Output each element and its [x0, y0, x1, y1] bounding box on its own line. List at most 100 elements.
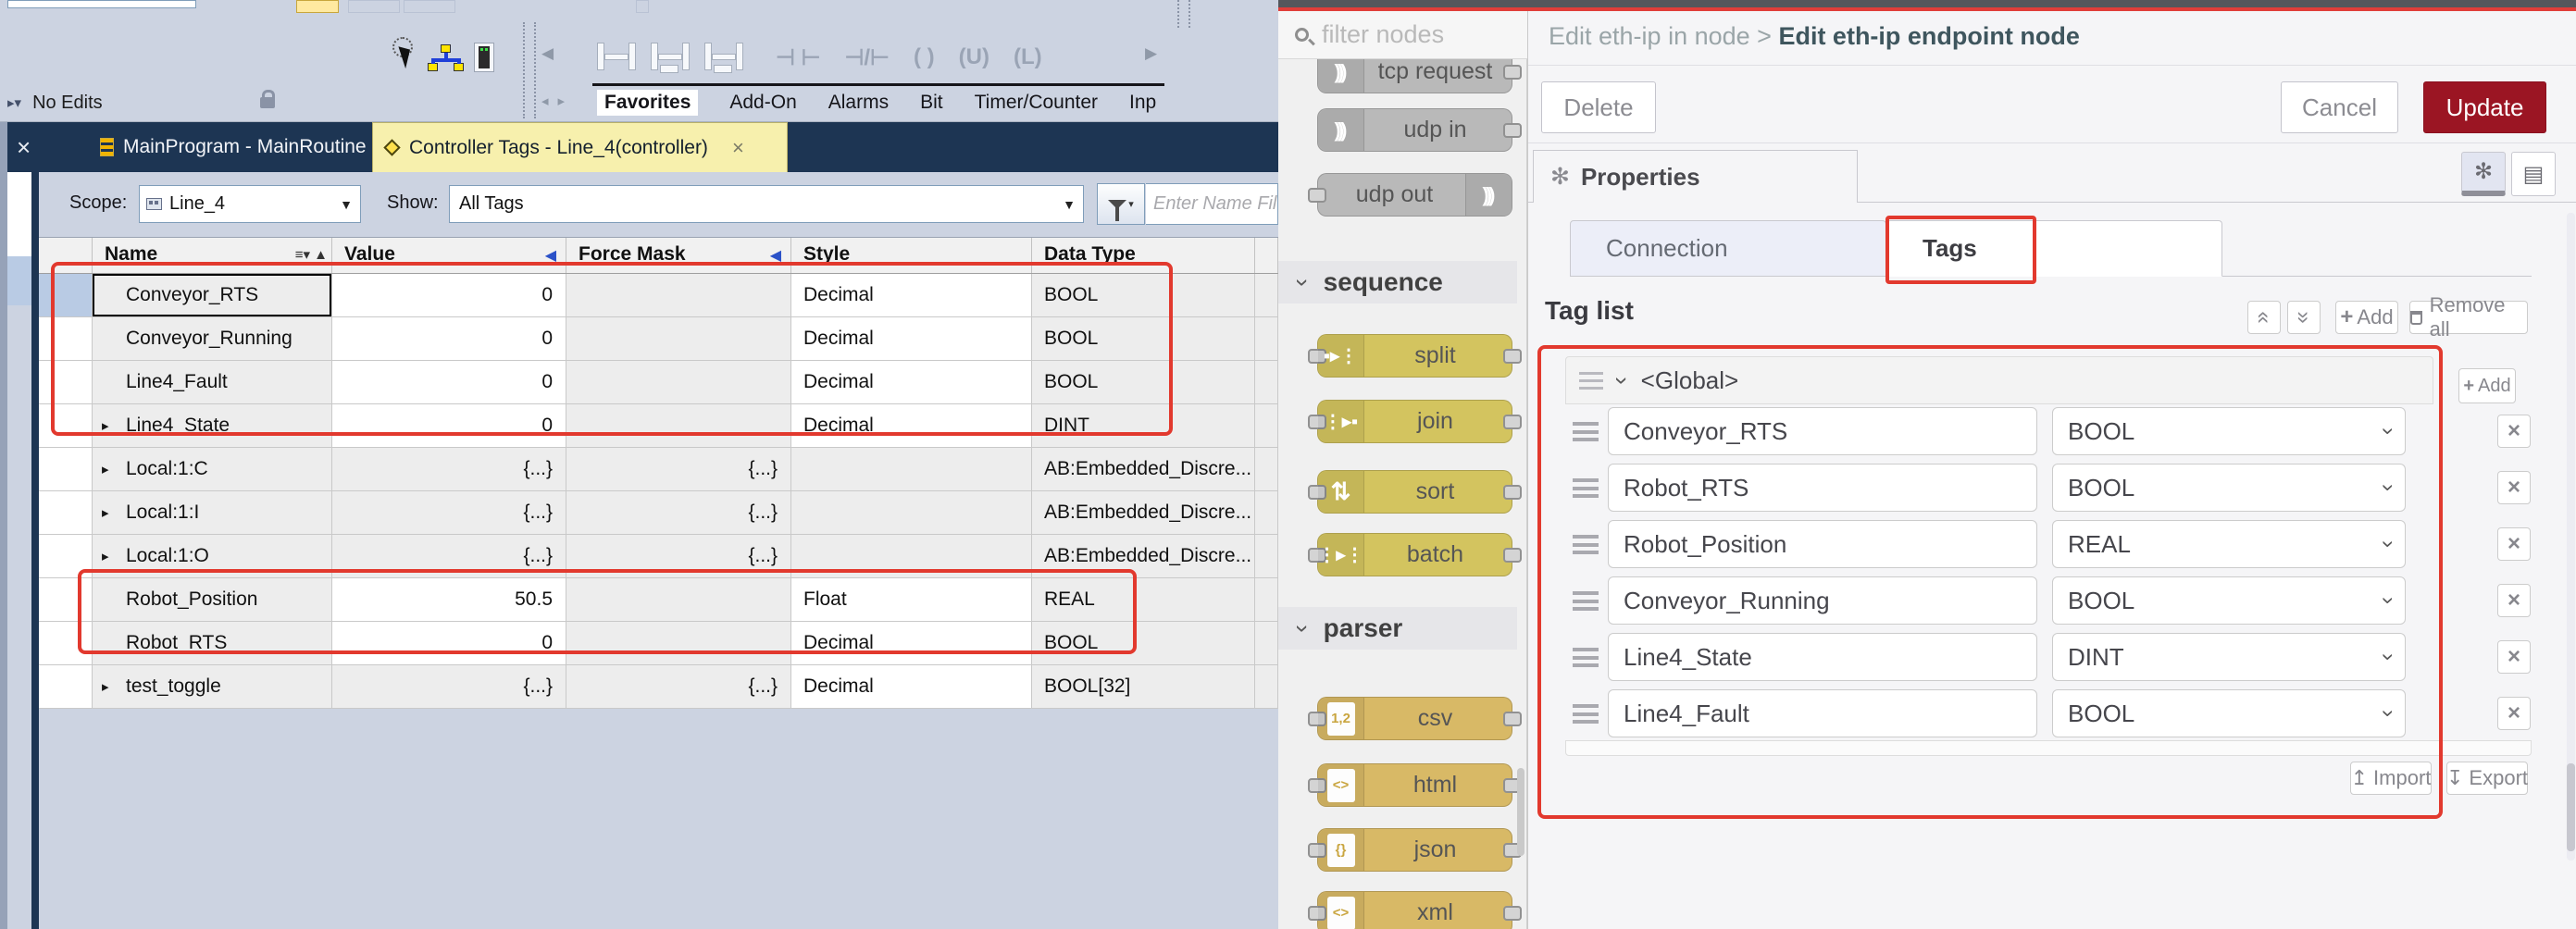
row-selector[interactable]	[39, 448, 93, 491]
cell-value[interactable]: 0	[332, 317, 566, 361]
remove-tag-button[interactable]: ×	[2497, 471, 2531, 504]
cell-style[interactable]: Float	[791, 578, 1032, 622]
table-row[interactable]: ▸Line4_State0DecimalDINT	[39, 404, 1278, 448]
palette-scroll-left-icon[interactable]: ◀	[541, 44, 554, 63]
show-select[interactable]: All Tags ▼	[449, 185, 1084, 223]
name-filter-input[interactable]: Enter Name Filt	[1146, 183, 1278, 225]
group-add-button[interactable]: +Add	[2458, 368, 2516, 403]
palette-tab-scroll-icons[interactable]: ◂▸	[541, 93, 574, 109]
palette-search[interactable]: filter nodes	[1278, 11, 1527, 59]
cell-style[interactable]: Decimal	[791, 274, 1032, 317]
coil-unlatch-icon[interactable]: (U)	[959, 44, 989, 71]
tab-controller-tags[interactable]: Controller Tags - Line_4(controller) ×	[372, 122, 788, 172]
drag-handle-icon[interactable]	[1573, 535, 1599, 554]
cell-name[interactable]: ▸Local:1:I	[93, 491, 332, 535]
table-row[interactable]: ▸Local:1:I{...}{...}AB:Embedded_Discre..…	[39, 491, 1278, 535]
tag-type-select[interactable]: BOOL›	[2052, 576, 2406, 625]
drag-handle-icon[interactable]	[1573, 422, 1599, 441]
palette-scroll-right-icon[interactable]: ▶	[1145, 44, 1157, 63]
cell-style[interactable]: Decimal	[791, 404, 1032, 448]
cell-style[interactable]: Decimal	[791, 317, 1032, 361]
breadcrumb-parent[interactable]: Edit eth-ip in node	[1549, 22, 1750, 50]
table-row[interactable]: Line4_Fault0DecimalBOOL	[39, 361, 1278, 404]
row-selector[interactable]	[39, 622, 93, 665]
column-header-data-type[interactable]: Data Type	[1032, 238, 1255, 273]
drag-handle-icon[interactable]	[1573, 478, 1599, 498]
add-tag-button[interactable]: +Add	[2335, 301, 2398, 334]
close-tab-icon[interactable]: ×	[732, 136, 744, 160]
table-row[interactable]: ▸Local:1:C{...}{...}AB:Embedded_Discre..…	[39, 448, 1278, 491]
node-help-icon-button[interactable]: ▤	[2511, 152, 2556, 196]
cell-name[interactable]: ▸Local:1:C	[93, 448, 332, 491]
table-row[interactable]: Robot_RTS0DecimalBOOL	[39, 622, 1278, 665]
cell-value[interactable]: 0	[332, 361, 566, 404]
tag-type-select[interactable]: REAL›	[2052, 520, 2406, 568]
toolbar-highlighted-button[interactable]	[296, 0, 339, 13]
tab-connection[interactable]: Connection	[1570, 220, 1886, 277]
sort-icon[interactable]: ≡▾ ▲	[295, 246, 328, 263]
toolbar-button[interactable]	[348, 0, 400, 13]
tag-name-input[interactable]: Conveyor_RTS	[1608, 407, 2037, 455]
cell-data-type[interactable]: BOOL	[1032, 361, 1255, 404]
cell-name[interactable]: ▸Local:1:O	[93, 535, 332, 578]
close-pane-icon[interactable]: ×	[17, 133, 31, 162]
palette-category-sequence[interactable]: ›sequence	[1278, 261, 1517, 303]
scope-select[interactable]: Line_4 ▼	[139, 185, 361, 223]
palette-node-tcp-request[interactable]: )))tcp request	[1317, 59, 1512, 93]
coil-icon[interactable]: ( )	[914, 44, 935, 71]
cell-force-mask[interactable]	[566, 622, 791, 665]
palette-node-udp-out[interactable]: )))udp out	[1317, 173, 1512, 217]
expand-icon[interactable]: ▸	[102, 678, 109, 695]
tag-type-select[interactable]: BOOL›	[2052, 464, 2406, 512]
drag-handle-icon[interactable]	[1573, 704, 1599, 724]
cell-value[interactable]: 0	[332, 622, 566, 665]
expand-icon[interactable]: ▸	[102, 548, 109, 564]
palette-tab-timer/counter[interactable]: Timer/Counter	[975, 92, 1098, 114]
cell-style[interactable]: Decimal	[791, 361, 1032, 404]
move-top-button[interactable]: «	[2247, 301, 2281, 334]
palette-scrollbar[interactable]	[1517, 768, 1524, 856]
column-header-style[interactable]: Style	[791, 238, 1032, 273]
tag-name-input[interactable]: Line4_State	[1608, 633, 2037, 681]
cell-name[interactable]: Conveyor_Running	[93, 317, 332, 361]
cell-value[interactable]: {...}	[332, 535, 566, 578]
chevron-down-icon[interactable]: ›	[1608, 377, 1636, 385]
cell-data-type[interactable]: BOOL[32]	[1032, 665, 1255, 709]
drag-handle-icon[interactable]	[1573, 591, 1599, 611]
column-header-name[interactable]: Name≡▾ ▲	[93, 238, 332, 273]
cell-style[interactable]: Decimal	[791, 622, 1032, 665]
table-row[interactable]: Robot_Position50.5FloatREAL	[39, 578, 1278, 622]
cell-force-mask[interactable]: {...}	[566, 491, 791, 535]
network-browse-icon[interactable]	[428, 44, 465, 72]
controller-status-icon[interactable]	[474, 43, 494, 72]
drag-handle-icon[interactable]	[1573, 648, 1599, 667]
cell-value[interactable]: {...}	[332, 448, 566, 491]
toolbar-button[interactable]	[404, 0, 455, 13]
palette-node-html[interactable]: <>html	[1317, 763, 1512, 807]
cell-data-type[interactable]: REAL	[1032, 578, 1255, 622]
remove-all-button[interactable]: Remove all	[2409, 301, 2528, 334]
cell-data-type[interactable]: AB:Embedded_Discre...	[1032, 448, 1255, 491]
branch-level-icon[interactable]	[704, 43, 743, 70]
palette-tab-alarms[interactable]: Alarms	[828, 92, 889, 114]
tab-properties[interactable]: ✻ Properties	[1533, 150, 1858, 203]
palette-tab-add-on[interactable]: Add-On	[729, 92, 796, 114]
row-selector[interactable]	[39, 535, 93, 578]
expand-icon[interactable]: ▸	[102, 504, 109, 521]
row-selector[interactable]	[39, 665, 93, 709]
cell-data-type[interactable]: AB:Embedded_Discre...	[1032, 491, 1255, 535]
cell-data-type[interactable]: AB:Embedded_Discre...	[1032, 535, 1255, 578]
palette-node-join[interactable]: ⋮▸▪join	[1317, 400, 1512, 443]
import-button[interactable]: ↥Import	[2350, 762, 2432, 795]
cell-force-mask[interactable]: {...}	[566, 665, 791, 709]
table-row[interactable]: Conveyor_Running0DecimalBOOL	[39, 317, 1278, 361]
cell-value[interactable]: 0	[332, 274, 566, 317]
row-selector[interactable]	[39, 491, 93, 535]
row-selector[interactable]	[39, 361, 93, 404]
row-selector[interactable]	[39, 404, 93, 448]
update-button[interactable]: Update	[2423, 81, 2546, 133]
cell-force-mask[interactable]: {...}	[566, 535, 791, 578]
expand-icon[interactable]: ▸	[102, 461, 109, 477]
filter-button[interactable]: ▾	[1097, 183, 1145, 225]
remove-tag-button[interactable]: ×	[2497, 697, 2531, 730]
